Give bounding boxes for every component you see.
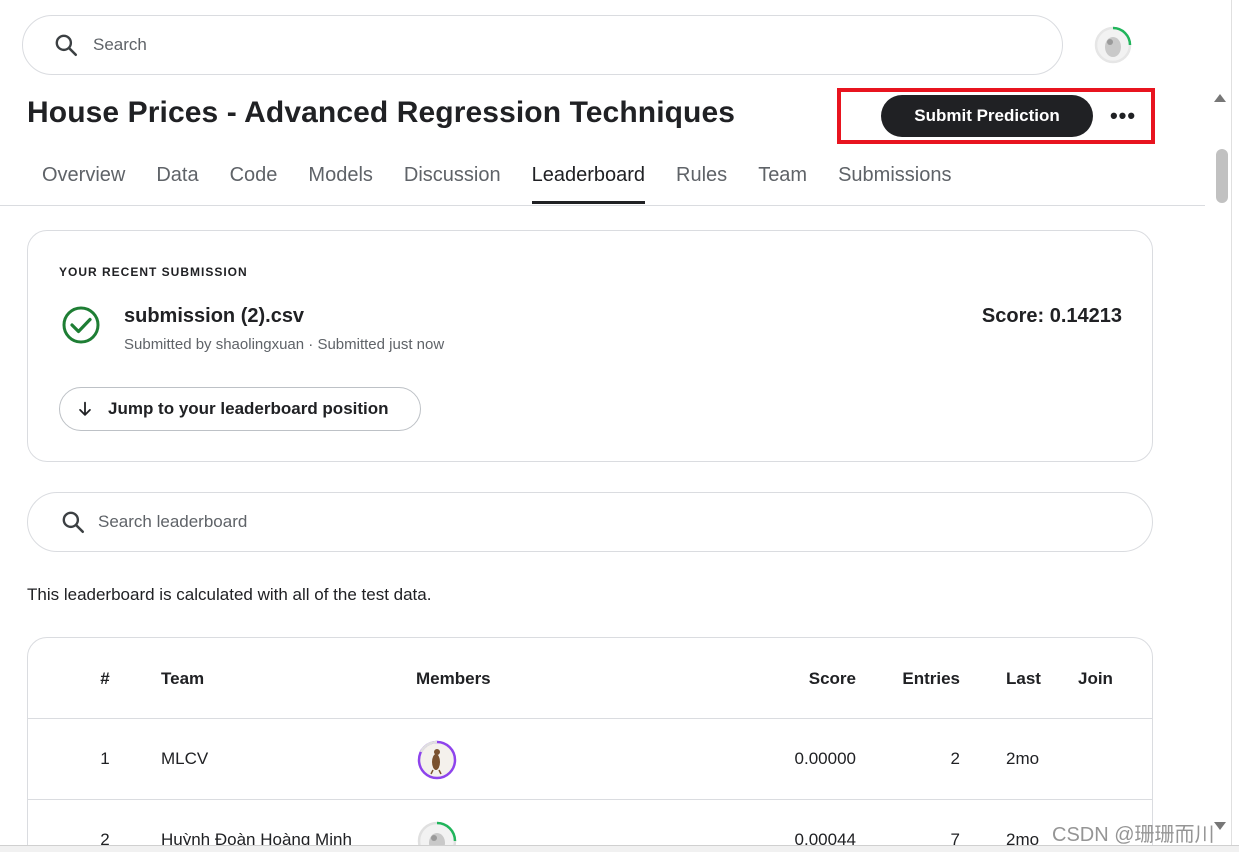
tab-overview[interactable]: Overview bbox=[42, 160, 125, 204]
score-cell: 0.00000 bbox=[794, 749, 856, 768]
column-header-team: Team bbox=[161, 669, 205, 688]
check-circle-icon bbox=[61, 305, 101, 345]
search-icon bbox=[60, 508, 88, 536]
leaderboard-note: This leaderboard is calculated with all … bbox=[27, 585, 432, 604]
more-options-icon[interactable]: ••• bbox=[1105, 100, 1141, 132]
tab-submissions[interactable]: Submissions bbox=[838, 160, 951, 204]
rank-cell: 1 bbox=[100, 749, 110, 768]
tab-data[interactable]: Data bbox=[156, 160, 198, 204]
jump-button-label: Jump to your leaderboard position bbox=[108, 399, 389, 418]
team-name-cell[interactable]: MLCV bbox=[161, 749, 208, 769]
tab-code[interactable]: Code bbox=[230, 160, 278, 204]
search-icon bbox=[53, 31, 81, 59]
window-edge bbox=[1231, 0, 1232, 852]
scroll-down-arrow-icon[interactable] bbox=[1214, 822, 1226, 830]
submission-file-name: submission (2).csv bbox=[124, 305, 305, 327]
leaderboard-search-input[interactable] bbox=[98, 512, 998, 532]
arrow-down-icon bbox=[76, 399, 96, 419]
column-header-score: Score bbox=[808, 669, 856, 688]
entries-cell: 2 bbox=[950, 749, 960, 768]
scroll-up-arrow-icon[interactable] bbox=[1214, 94, 1226, 102]
recent-submission-label: YOUR RECENT SUBMISSION bbox=[59, 265, 248, 279]
tab-leaderboard[interactable]: Leaderboard bbox=[531, 160, 646, 204]
tab-discussion[interactable]: Discussion bbox=[404, 160, 501, 204]
member-avatar[interactable] bbox=[416, 739, 458, 781]
tab-rules[interactable]: Rules bbox=[676, 160, 727, 204]
table-row[interactable]: 1 MLCV 0.00000 2 2mo bbox=[28, 719, 1152, 800]
leaderboard-search-bar[interactable] bbox=[27, 492, 1153, 552]
user-avatar[interactable] bbox=[1093, 25, 1133, 65]
page-title: House Prices - Advanced Regression Techn… bbox=[27, 96, 736, 129]
tabs-divider bbox=[0, 205, 1205, 206]
recent-submission-card: YOUR RECENT SUBMISSION submission (2).cs… bbox=[27, 230, 1153, 462]
watermark-text: CSDN @珊珊而川 bbox=[1052, 824, 1215, 846]
column-header-entries: Entries bbox=[902, 669, 960, 688]
tab-team[interactable]: Team bbox=[758, 160, 807, 204]
leaderboard-table: # Team Members Score Entries Last Join 1… bbox=[27, 637, 1153, 852]
competition-tabs: Overview Data Code Models Discussion Lea… bbox=[42, 160, 982, 206]
submission-score: Score: 0.14213 bbox=[981, 305, 1122, 327]
submit-prediction-button[interactable]: Submit Prediction bbox=[881, 95, 1093, 137]
scrollbar-thumb[interactable] bbox=[1216, 149, 1228, 203]
global-search-bar[interactable] bbox=[22, 15, 1063, 75]
tab-models[interactable]: Models bbox=[308, 160, 372, 204]
last-cell: 2mo bbox=[1006, 749, 1040, 768]
column-header-join: Join bbox=[1078, 669, 1113, 688]
submission-meta: Submitted by shaolingxuan · Submitted ju… bbox=[124, 336, 445, 353]
table-header-row: # Team Members Score Entries Last Join bbox=[28, 638, 1152, 719]
column-header-rank: # bbox=[100, 669, 110, 688]
column-header-members: Members bbox=[416, 669, 491, 688]
jump-to-position-button[interactable]: Jump to your leaderboard position bbox=[59, 387, 421, 431]
column-header-last: Last bbox=[1006, 669, 1041, 688]
search-input[interactable] bbox=[93, 35, 993, 55]
